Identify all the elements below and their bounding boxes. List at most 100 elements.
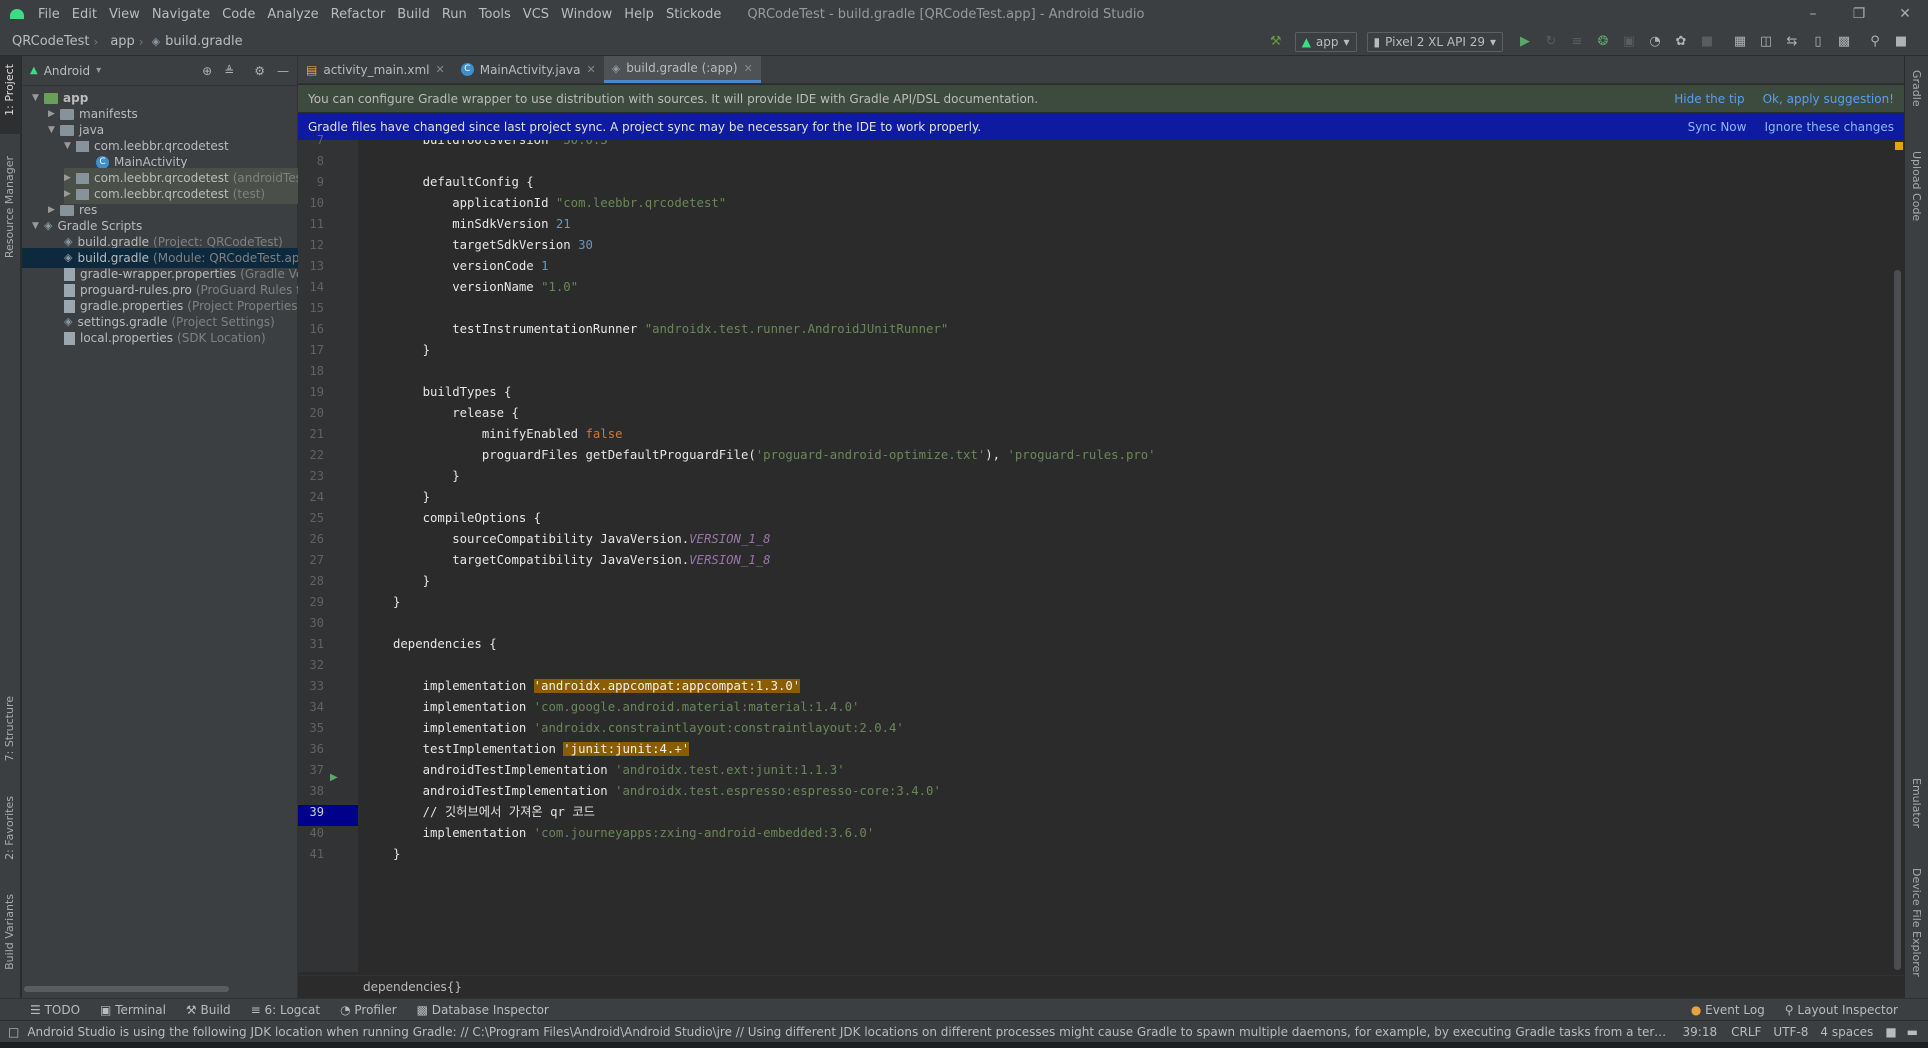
project-view-selector[interactable]: Android bbox=[44, 64, 90, 78]
project-structure-icon[interactable]: ▦ bbox=[1732, 34, 1748, 50]
terminal-tab[interactable]: ▣ Terminal bbox=[90, 1003, 176, 1017]
menu-tools[interactable]: Tools bbox=[473, 7, 517, 22]
minimize-icon[interactable]: – bbox=[1790, 6, 1836, 22]
coverage-icon[interactable]: ▣ bbox=[1621, 34, 1637, 50]
locate-icon[interactable]: ⊕ bbox=[202, 64, 212, 78]
line-separator[interactable]: CRLF bbox=[1725, 1025, 1767, 1039]
menu-refactor[interactable]: Refactor bbox=[325, 7, 392, 22]
search-icon[interactable]: ⚲ bbox=[1867, 34, 1883, 50]
logcat-tab[interactable]: ≡ 6: Logcat bbox=[241, 1003, 330, 1017]
menu-analyze[interactable]: Analyze bbox=[261, 7, 324, 22]
hammer-icon[interactable]: ⚒ bbox=[1268, 34, 1284, 50]
breadcrumb-project[interactable]: QRCodeTest bbox=[0, 34, 94, 49]
status-message[interactable]: Android Studio is using the following JD… bbox=[27, 1025, 1674, 1039]
sync-now-link[interactable]: Sync Now bbox=[1688, 120, 1747, 134]
menu-file[interactable]: File bbox=[32, 7, 66, 22]
memory-icon[interactable]: ▬ bbox=[1903, 1025, 1928, 1039]
run-config-label: app bbox=[1315, 34, 1339, 49]
lock-icon[interactable]: ■ bbox=[1879, 1025, 1902, 1039]
hide-tip-link[interactable]: Hide the tip bbox=[1674, 92, 1744, 106]
hide-panel-icon[interactable]: — bbox=[277, 64, 289, 78]
warning-marker-icon[interactable] bbox=[1895, 142, 1903, 150]
breadcrumb-file[interactable]: build.gradle bbox=[165, 34, 247, 49]
menu-run[interactable]: Run bbox=[436, 7, 473, 22]
line-number: 38 bbox=[309, 784, 324, 798]
menu-code[interactable]: Code bbox=[216, 7, 261, 22]
caret-position[interactable]: 39:18 bbox=[1675, 1025, 1726, 1039]
tree-item-package-test[interactable]: ▶ com.leebbr.qrcodetest (test) bbox=[64, 184, 318, 204]
tab-resource-manager[interactable]: Resource Manager bbox=[3, 156, 16, 258]
class-icon: C bbox=[460, 63, 474, 76]
status-notification-icon[interactable]: □ bbox=[8, 1025, 19, 1039]
close-tab-icon[interactable]: ✕ bbox=[436, 63, 445, 76]
attach-debugger-icon[interactable]: ✿ bbox=[1673, 34, 1689, 50]
window-title: QRCodeTest - build.gradle [QRCodeTest.ap… bbox=[747, 6, 1145, 22]
menu-edit[interactable]: Edit bbox=[66, 7, 103, 22]
run-icon[interactable]: ▶ bbox=[1517, 34, 1533, 50]
profiler-tab[interactable]: ◔ Profiler bbox=[330, 1003, 407, 1017]
code-editor[interactable]: buildToolsVersion "30.0.3" defaultConfig… bbox=[358, 140, 1892, 972]
menu-vcs[interactable]: VCS bbox=[517, 7, 555, 22]
close-tab-icon[interactable]: ✕ bbox=[587, 63, 596, 76]
apply-suggestion-link[interactable]: Ok, apply suggestion! bbox=[1763, 92, 1894, 106]
menu-window[interactable]: Window bbox=[555, 7, 618, 22]
avd-manager-icon[interactable]: ▯ bbox=[1810, 34, 1826, 50]
android-icon: ▲ bbox=[1301, 34, 1311, 49]
line-number: 21 bbox=[309, 427, 324, 441]
project-hscrollbar[interactable] bbox=[22, 984, 298, 994]
tab-activity-main-xml[interactable]: ▤ activity_main.xml ✕ bbox=[298, 56, 453, 83]
tab-gradle[interactable]: Gradle bbox=[1910, 70, 1923, 107]
menu-stickode[interactable]: Stickode bbox=[660, 7, 727, 22]
run-gutter-icon[interactable]: ▶ bbox=[330, 772, 338, 783]
close-icon[interactable]: ✕ bbox=[1882, 6, 1928, 22]
tab-mainactivity-java[interactable]: C MainActivity.java ✕ bbox=[453, 56, 604, 83]
line-number: 11 bbox=[309, 217, 324, 231]
line-number: 18 bbox=[309, 364, 324, 378]
device-selector[interactable]: ▮ Pixel 2 XL API 29 ▾ bbox=[1366, 31, 1503, 52]
debug-icon[interactable]: ❂ bbox=[1595, 34, 1611, 50]
event-log-tab[interactable]: ● Event Log bbox=[1681, 1003, 1775, 1017]
ignore-changes-link[interactable]: Ignore these changes bbox=[1764, 120, 1894, 134]
tab-structure[interactable]: 7: Structure bbox=[3, 696, 16, 761]
account-icon[interactable]: ■ bbox=[1893, 34, 1909, 50]
indent-setting[interactable]: 4 spaces bbox=[1814, 1025, 1879, 1039]
sdk-manager-icon[interactable]: ▩ bbox=[1836, 34, 1852, 50]
menu-navigate[interactable]: Navigate bbox=[146, 7, 216, 22]
collapse-all-icon[interactable]: ≜ bbox=[224, 64, 234, 78]
menu-help[interactable]: Help bbox=[618, 7, 660, 22]
chevron-down-icon[interactable]: ▾ bbox=[96, 65, 101, 76]
stop-icon[interactable]: ■ bbox=[1699, 34, 1715, 50]
tab-device-file-explorer[interactable]: Device File Explorer bbox=[1910, 868, 1923, 977]
terminal-icon: ▣ bbox=[100, 1002, 116, 1017]
tab-project[interactable]: 1: Project bbox=[3, 64, 16, 116]
tab-label: build.gradle (:app) bbox=[626, 61, 738, 75]
todo-tab[interactable]: ☰ TODO bbox=[0, 1003, 90, 1017]
chevron-down-icon: ▾ bbox=[1343, 34, 1350, 49]
tab-emulator[interactable]: Emulator bbox=[1910, 778, 1923, 828]
layout-inspector-tab[interactable]: ⚲ Layout Inspector bbox=[1775, 1003, 1928, 1017]
editor-vscrollbar[interactable] bbox=[1892, 140, 1904, 972]
rerun-icon[interactable]: ↻ bbox=[1543, 34, 1559, 50]
close-tab-icon[interactable]: ✕ bbox=[744, 62, 753, 75]
line-number: 35 bbox=[309, 721, 324, 735]
restore-icon[interactable]: ❐ bbox=[1836, 6, 1882, 22]
tree-item-local-properties[interactable]: local.properties (SDK Location) bbox=[64, 328, 266, 348]
menu-view[interactable]: View bbox=[103, 7, 146, 22]
gear-icon[interactable]: ⚙ bbox=[254, 64, 265, 78]
breadcrumb-module[interactable]: app bbox=[98, 34, 138, 49]
tab-upload-code[interactable]: Upload Code bbox=[1910, 151, 1923, 221]
database-inspector-tab[interactable]: ▩ Database Inspector bbox=[407, 1003, 559, 1017]
menu-build[interactable]: Build bbox=[391, 7, 436, 22]
tab-favorites[interactable]: 2: Favorites bbox=[3, 796, 16, 860]
apply-changes-icon[interactable]: ≡ bbox=[1569, 34, 1585, 50]
layout-icon[interactable]: ◫ bbox=[1758, 34, 1774, 50]
sync-gradle-icon[interactable]: ⇆ bbox=[1784, 34, 1800, 50]
file-encoding[interactable]: UTF-8 bbox=[1767, 1025, 1814, 1039]
line-number: 7 bbox=[316, 133, 324, 147]
tab-build-gradle-app[interactable]: ◈ build.gradle (:app) ✕ bbox=[603, 56, 761, 83]
profile-icon[interactable]: ◔ bbox=[1647, 34, 1663, 50]
editor-breadcrumb-item[interactable]: dependencies{} bbox=[363, 980, 462, 994]
run-config-selector[interactable]: ▲ app ▾ bbox=[1294, 31, 1357, 52]
build-tab[interactable]: ⚒ Build bbox=[176, 1003, 241, 1017]
tab-build-variants[interactable]: Build Variants bbox=[3, 894, 16, 970]
